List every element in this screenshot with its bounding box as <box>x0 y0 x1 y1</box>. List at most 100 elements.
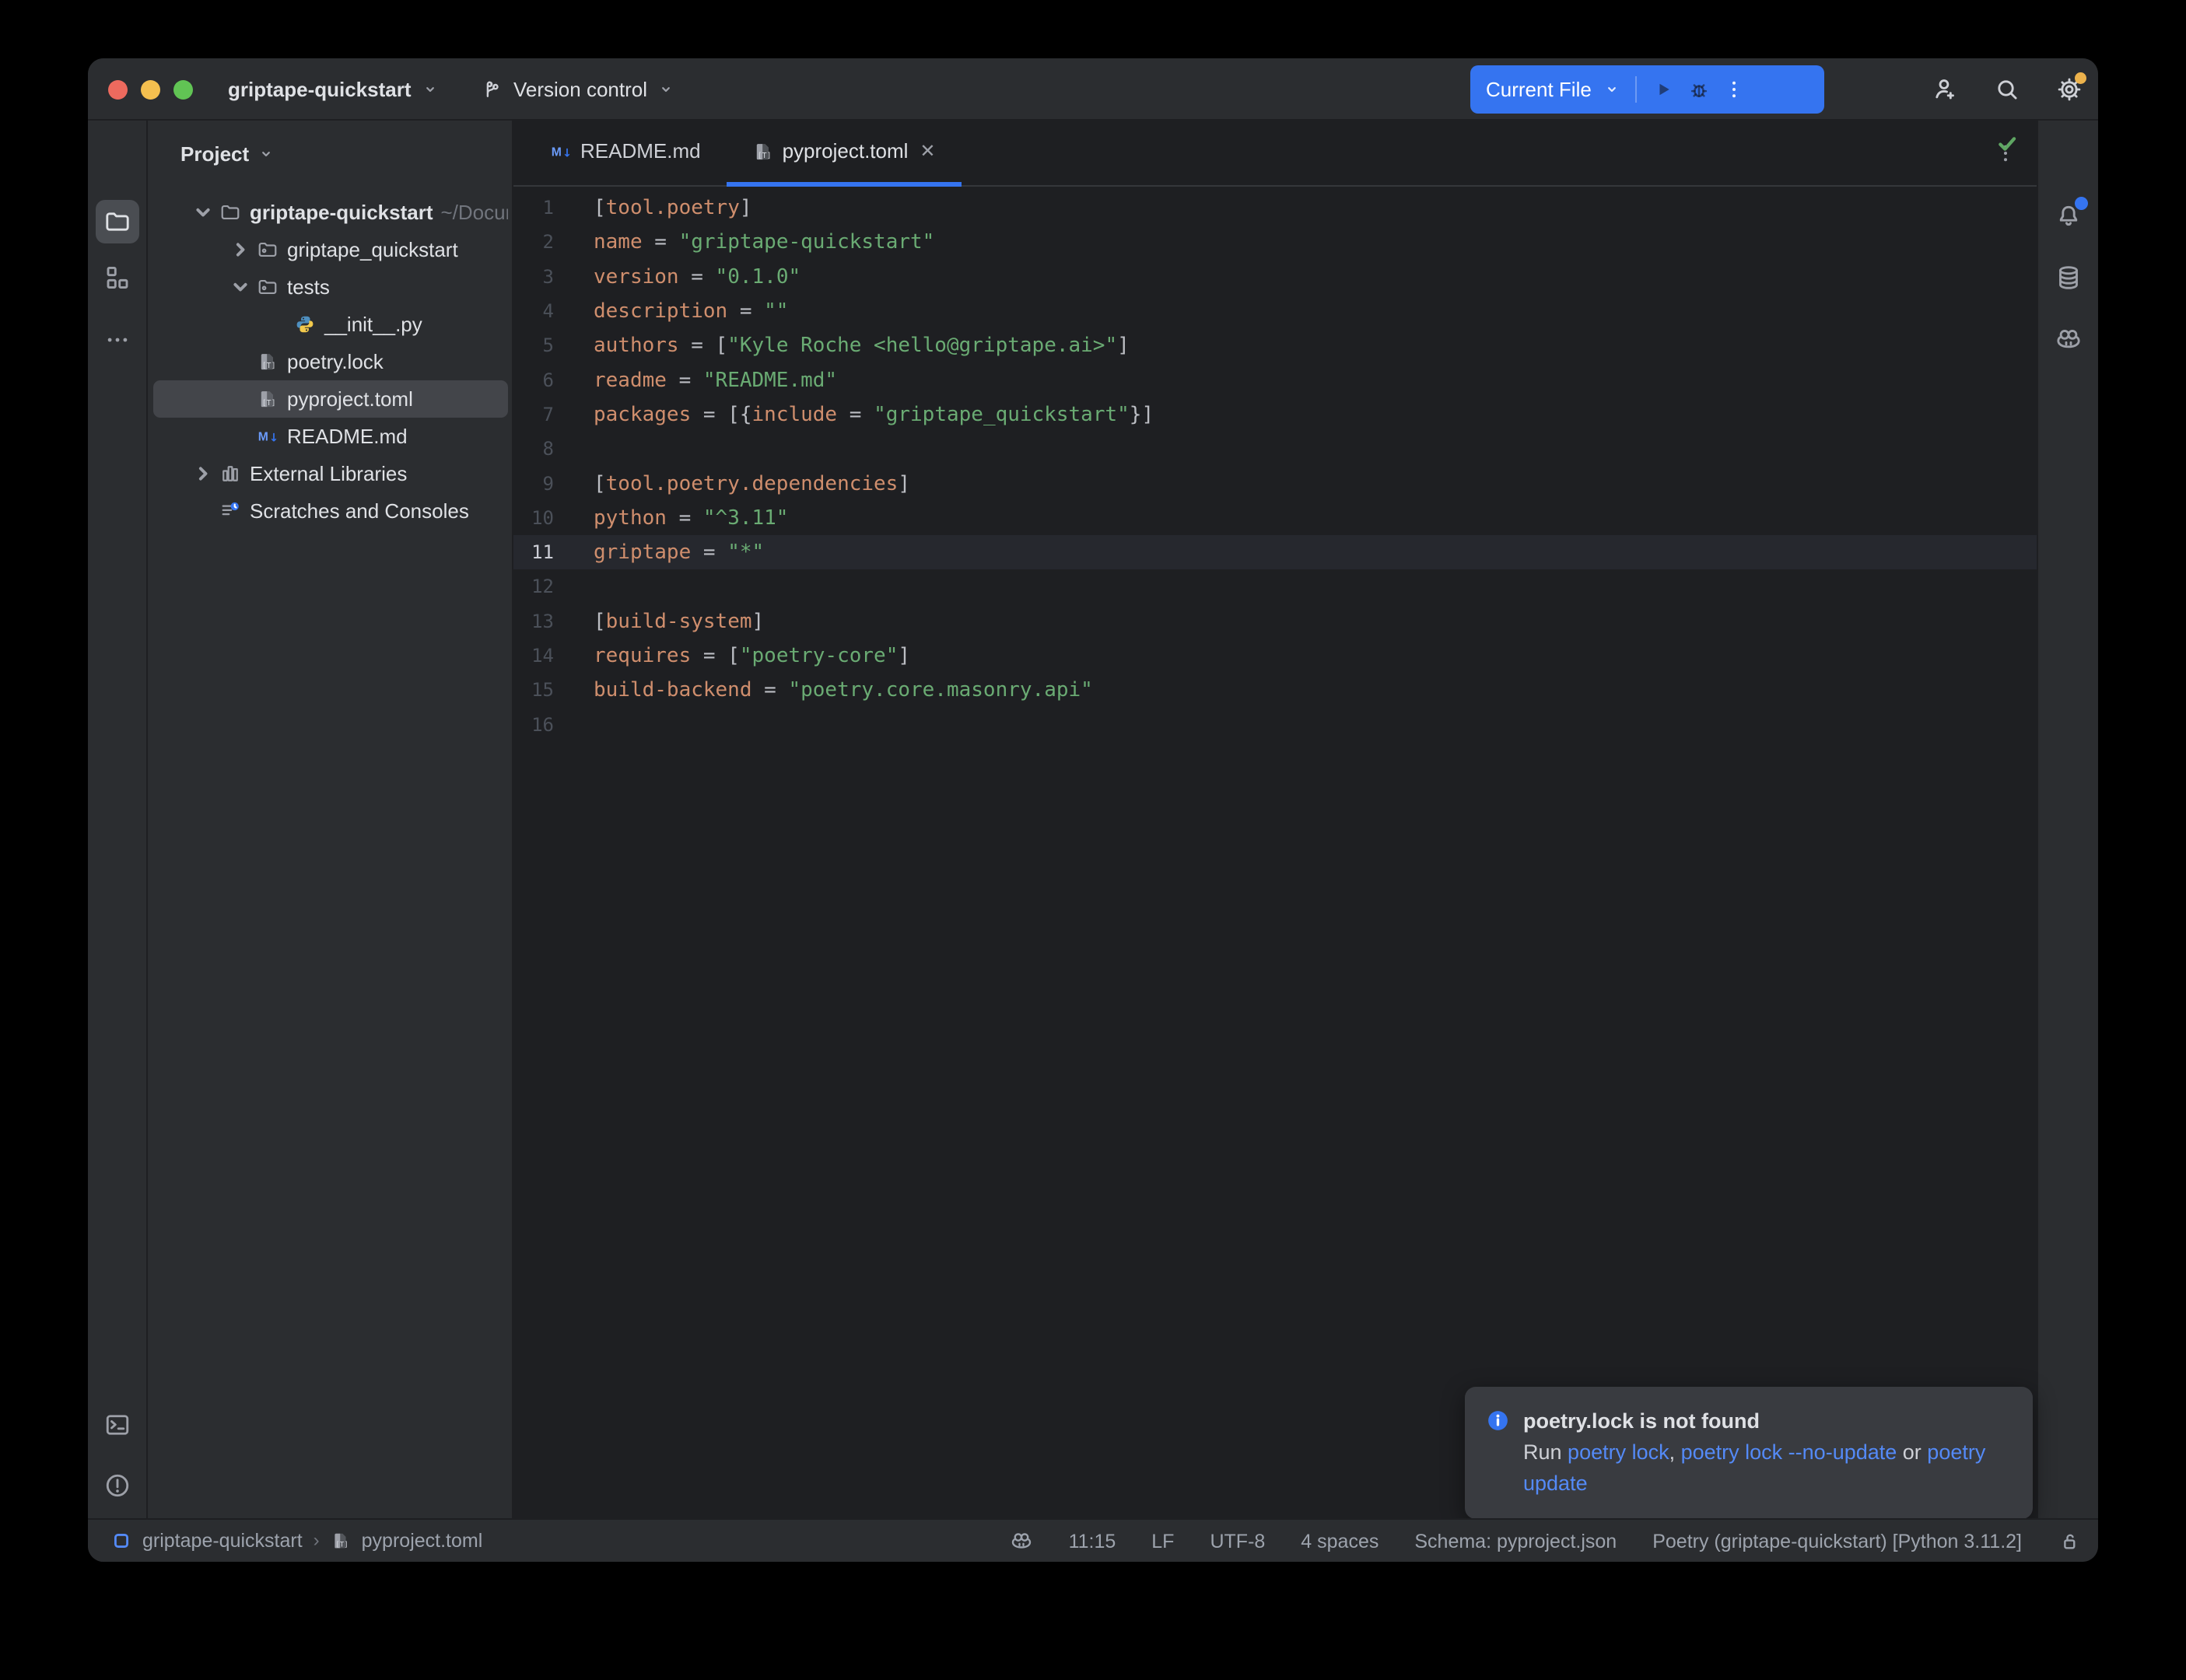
search-everywhere-button[interactable] <box>1988 71 2026 108</box>
notification-link[interactable]: poetry lock <box>1568 1440 1669 1464</box>
terminal-tool-window-button[interactable] <box>96 1403 139 1447</box>
notification-balloon: poetry.lock is not found Run poetry lock… <box>1465 1387 2033 1519</box>
code-line-4[interactable]: 4description = "" <box>513 294 2037 328</box>
run-configuration-widget[interactable]: Current File <box>1470 65 1824 114</box>
status-item-1[interactable]: LF <box>1151 1531 1174 1553</box>
code-line-5[interactable]: 5authors = ["Kyle Roche <hello@griptape.… <box>513 328 2037 362</box>
breadcrumb-file[interactable]: pyproject.toml <box>362 1530 483 1552</box>
chevron-right-icon[interactable] <box>187 457 219 490</box>
lock-open-icon[interactable] <box>2058 1530 2081 1553</box>
main-area: Project griptape-quickstart~/Docume gript… <box>88 121 2098 1518</box>
code-line-2[interactable]: 2name = "griptape-quickstart" <box>513 225 2037 259</box>
tree-item-griptape-quickstart[interactable]: griptape-quickstart~/Docume <box>153 194 508 231</box>
ai-assistant-tool-window-button[interactable] <box>2047 318 2090 362</box>
project-tool-window-button[interactable] <box>96 200 139 243</box>
status-bar: griptape-quickstart › [T] pyproject.toml… <box>88 1518 2098 1562</box>
code-line-11[interactable]: 11griptape = "*" <box>513 535 2037 569</box>
project-panel-title: Project <box>180 142 249 166</box>
chevron-down-icon[interactable] <box>224 271 257 303</box>
settings-button[interactable] <box>2051 71 2088 108</box>
code-line-12[interactable]: 12 <box>513 569 2037 604</box>
tree-item--init-py[interactable]: __init__.py <box>153 306 508 343</box>
run-button[interactable] <box>1651 77 1676 102</box>
debug-button[interactable] <box>1687 77 1711 102</box>
code-line-10[interactable]: 10python = "^3.11" <box>513 501 2037 535</box>
tree-item-griptape-quickstart[interactable]: griptape_quickstart <box>153 231 508 268</box>
tab-label: README.md <box>580 139 701 163</box>
libraries-icon <box>219 463 241 485</box>
structure-tool-window-button[interactable] <box>96 256 139 299</box>
line-number: 15 <box>513 679 582 701</box>
problems-tool-window-button[interactable] <box>96 1464 139 1507</box>
pkgfolder-icon <box>257 276 279 298</box>
title-bar: griptape-quickstart Version control Curr… <box>88 58 2098 121</box>
tree-item-label: griptape_quickstart <box>287 238 458 262</box>
status-item-4[interactable]: Schema: pyproject.json <box>1414 1531 1617 1553</box>
tab-label: pyproject.toml <box>783 139 909 163</box>
version-control-label: Version control <box>513 78 647 102</box>
breadcrumb-separator: › <box>314 1530 320 1552</box>
project-selector[interactable]: griptape-quickstart <box>228 58 440 121</box>
code-text: python = "^3.11" <box>594 506 788 530</box>
window-minimize-button[interactable] <box>141 80 160 100</box>
code-line-9[interactable]: 9[tool.poetry.dependencies] <box>513 466 2037 500</box>
code-with-me-button[interactable] <box>1926 71 1964 108</box>
window-close-button[interactable] <box>108 80 128 100</box>
code-line-14[interactable]: 14requires = ["poetry-core"] <box>513 639 2037 673</box>
tab-pyproject-toml[interactable]: [T]pyproject.toml✕ <box>727 121 962 187</box>
ai-copilot-status-icon[interactable] <box>1010 1530 1033 1553</box>
svg-text:↓: ↓ <box>562 146 572 159</box>
status-item-0[interactable]: 11:15 <box>1069 1531 1116 1553</box>
code-text: [tool.poetry.dependencies] <box>594 472 910 495</box>
tree-item-pyproject-toml[interactable]: [T]pyproject.toml <box>153 380 508 418</box>
chevron-right-icon[interactable] <box>224 233 257 266</box>
tree-item-scratches-and-consoles[interactable]: Scratches and Consoles <box>153 492 508 530</box>
line-number: 16 <box>513 714 582 736</box>
project-tool-window: Project griptape-quickstart~/Docume gript… <box>148 121 513 1518</box>
database-tool-window-button[interactable] <box>2047 256 2090 299</box>
tab-readme-md[interactable]: M↓README.md <box>524 121 727 187</box>
left-tool-window-stripe <box>88 121 148 1518</box>
notifications-button[interactable] <box>2047 194 2090 238</box>
settings-update-badge <box>2075 72 2086 84</box>
breadcrumb-root[interactable]: griptape-quickstart <box>142 1530 303 1552</box>
svg-text:[T]: [T] <box>335 1540 349 1549</box>
close-tab-button[interactable]: ✕ <box>920 140 935 163</box>
more-tool-windows-button[interactable] <box>96 318 139 362</box>
version-control-selector[interactable]: Version control <box>481 58 675 121</box>
inspections-ok-icon[interactable] <box>1995 131 2020 156</box>
window-zoom-button[interactable] <box>173 80 193 100</box>
tree-item-tests[interactable]: tests <box>153 268 508 306</box>
status-item-2[interactable]: UTF-8 <box>1210 1531 1265 1553</box>
more-actions-button[interactable] <box>1722 78 1746 101</box>
code-line-16[interactable]: 16 <box>513 707 2037 741</box>
code-text: authors = ["Kyle Roche <hello@griptape.a… <box>594 334 1130 357</box>
code-line-6[interactable]: 6readme = "README.md" <box>513 362 2037 397</box>
tree-item-external-libraries[interactable]: External Libraries <box>153 455 508 492</box>
code-text: packages = [{include = "griptape_quickst… <box>594 403 1154 426</box>
status-item-5[interactable]: Poetry (griptape-quickstart) [Python 3.1… <box>1652 1531 2022 1553</box>
tree-item-poetry-lock[interactable]: [T]poetry.lock <box>153 343 508 380</box>
code-line-7[interactable]: 7packages = [{include = "griptape_quicks… <box>513 397 2037 432</box>
editor-area: M↓README.md[T]pyproject.toml✕ 1[tool.poe… <box>513 121 2037 1518</box>
tree-item-readme-md[interactable]: M↓README.md <box>153 418 508 455</box>
more-icon <box>103 326 131 354</box>
project-name: griptape-quickstart <box>228 78 412 102</box>
code-editor[interactable]: 1[tool.poetry]2name = "griptape-quicksta… <box>513 188 2037 1518</box>
status-item-3[interactable]: 4 spaces <box>1301 1531 1379 1553</box>
add-user-icon <box>1931 75 1959 103</box>
code-line-3[interactable]: 3version = "0.1.0" <box>513 260 2037 294</box>
code-text: griptape = "*" <box>594 541 764 564</box>
chevron-down-icon[interactable] <box>187 196 219 229</box>
svg-text:[T]: [T] <box>262 362 276 370</box>
project-panel-header[interactable]: Project <box>148 133 275 175</box>
code-line-8[interactable]: 8 <box>513 432 2037 466</box>
code-line-1[interactable]: 1[tool.poetry] <box>513 191 2037 225</box>
right-tool-window-stripe <box>2037 121 2098 1518</box>
git-branch-icon <box>481 78 504 101</box>
code-line-13[interactable]: 13[build-system] <box>513 604 2037 639</box>
notification-link[interactable]: poetry lock --no-update <box>1681 1440 1897 1464</box>
chevron-down-icon <box>1603 80 1621 99</box>
code-line-15[interactable]: 15build-backend = "poetry.core.masonry.a… <box>513 673 2037 707</box>
status-widgets: 11:15 LF UTF-8 4 spaces Schema: pyproject.js… <box>1010 1520 2081 1562</box>
